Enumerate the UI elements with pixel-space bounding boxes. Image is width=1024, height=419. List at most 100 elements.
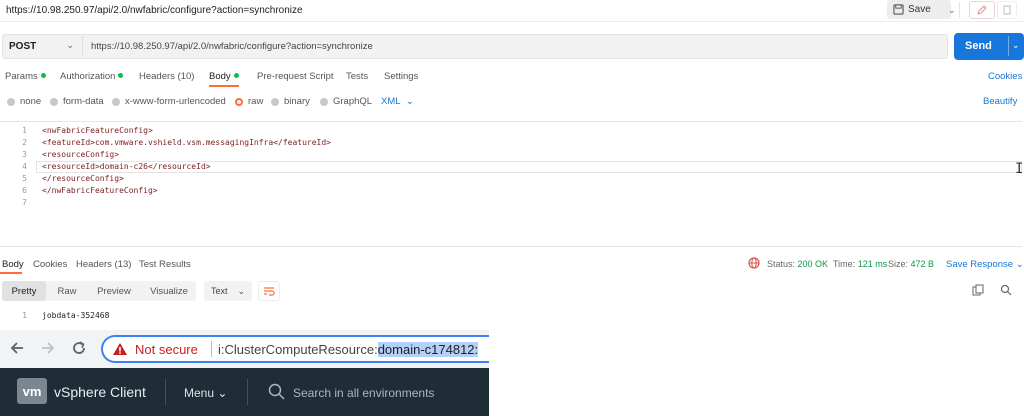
- time-value: 121 ms: [857, 259, 888, 269]
- line-number: 6: [22, 186, 27, 195]
- status-dot: [40, 73, 46, 78]
- body-format-select[interactable]: XML ⌄: [381, 96, 414, 107]
- send-dropdown-icon[interactable]: ⌄: [1012, 40, 1020, 51]
- tab-params[interactable]: Params: [5, 71, 46, 82]
- radio-icon: [271, 97, 279, 106]
- code-line[interactable]: <resourceConfig>: [42, 150, 119, 159]
- tab-tests[interactable]: Tests: [346, 71, 368, 82]
- line-number: 5: [22, 174, 27, 183]
- response-type-select[interactable]: Text ⌄: [204, 281, 252, 301]
- warning-triangle-icon[interactable]: [112, 342, 128, 356]
- request-title[interactable]: https://10.98.250.97/api/2.0/nwfabric/co…: [6, 5, 303, 16]
- response-tab-headers[interactable]: Headers (13): [76, 259, 131, 270]
- radio-icon: [50, 97, 58, 106]
- save-dropdown-icon[interactable]: ⌄: [948, 5, 956, 16]
- format-visualize-button[interactable]: Visualize: [142, 281, 196, 301]
- radio-icon: [112, 97, 120, 106]
- address-prefix: i:ClusterComputeResource:: [218, 342, 378, 357]
- response-body-line[interactable]: jobdata-352468: [42, 311, 109, 320]
- radio-icon: [7, 97, 15, 106]
- pencil-icon: [977, 5, 987, 15]
- line-number: 1: [22, 311, 27, 320]
- radio-form-data[interactable]: form-data: [50, 96, 104, 107]
- document-icon: [1003, 5, 1011, 15]
- size-value: 472 B: [910, 259, 935, 269]
- cookies-link[interactable]: Cookies: [988, 71, 1022, 82]
- active-tab-indicator: [0, 272, 22, 274]
- radio-binary[interactable]: binary: [271, 96, 310, 107]
- radio-graphql[interactable]: GraphQL: [320, 96, 372, 107]
- back-arrow-icon[interactable]: [9, 340, 25, 356]
- save-icon: [893, 4, 904, 15]
- size-readout: Size: 472 B: [888, 259, 935, 269]
- line-number: 2: [22, 138, 27, 147]
- code-line[interactable]: <featureId>com.vmware.vshield.vsm.messag…: [42, 138, 331, 147]
- chevron-down-icon: ⌄: [1015, 259, 1024, 270]
- documentation-button[interactable]: [997, 1, 1017, 19]
- tab-body[interactable]: Body: [209, 71, 239, 82]
- save-button[interactable]: Save: [887, 0, 951, 19]
- wrap-lines-icon: [264, 287, 275, 296]
- status-value: 200 OK: [797, 259, 829, 269]
- menu-button[interactable]: Menu ⌄: [184, 386, 227, 400]
- chevron-down-icon: ⌄: [237, 285, 245, 296]
- save-response-button[interactable]: Save Response ⌄: [946, 259, 1024, 270]
- radio-raw[interactable]: raw: [235, 96, 263, 107]
- vmware-logo: vm: [17, 378, 47, 404]
- chevron-down-icon: ⌄: [217, 386, 228, 400]
- chevron-down-icon[interactable]: ⌄: [66, 40, 74, 51]
- beautify-link[interactable]: Beautify: [983, 96, 1017, 107]
- app-title[interactable]: vSphere Client: [54, 384, 146, 400]
- search-icon[interactable]: [268, 383, 285, 400]
- wrap-lines-button[interactable]: [258, 281, 280, 301]
- active-tab-indicator: [209, 85, 239, 87]
- response-tab-cookies[interactable]: Cookies: [33, 259, 67, 270]
- code-line[interactable]: </resourceConfig>: [42, 174, 124, 183]
- line-number: 3: [22, 150, 27, 159]
- code-line[interactable]: <resourceId>domain-c26</resourceId>: [42, 162, 211, 171]
- divider: [1008, 36, 1009, 56]
- status-dot: [118, 73, 124, 78]
- save-label: Save: [908, 4, 931, 15]
- divider: [165, 379, 166, 405]
- status-readout: Status: 200 OK: [767, 259, 829, 269]
- text-cursor-icon: I: [1015, 161, 1024, 177]
- reload-icon[interactable]: [71, 340, 87, 356]
- divider: [959, 2, 960, 18]
- time-readout: Time: 121 ms: [833, 259, 888, 269]
- send-label[interactable]: Send: [965, 40, 992, 52]
- line-number: 4: [22, 162, 27, 171]
- not-secure-label[interactable]: Not secure: [135, 342, 198, 357]
- address-selection: domain-c174812:: [377, 342, 479, 357]
- chevron-down-icon: ⌄: [405, 96, 414, 107]
- line-number: 7: [22, 198, 27, 207]
- method-select[interactable]: POST: [9, 41, 36, 52]
- format-pretty-button[interactable]: Pretty: [2, 281, 46, 301]
- forward-arrow-icon[interactable]: [40, 340, 56, 356]
- radio-selected-icon: [235, 97, 243, 106]
- code-line[interactable]: </nwFabricFeatureConfig>: [42, 186, 158, 195]
- format-raw-button[interactable]: Raw: [48, 281, 86, 301]
- response-tab-test-results[interactable]: Test Results: [139, 259, 191, 270]
- response-tab-body[interactable]: Body: [2, 259, 24, 270]
- line-number: 1: [22, 126, 27, 135]
- network-globe-icon[interactable]: [748, 257, 760, 269]
- radio-x-www-form-urlencoded[interactable]: x-www-form-urlencoded: [112, 96, 226, 107]
- radio-icon: [320, 97, 328, 106]
- global-search-input[interactable]: Search in all environments: [293, 386, 434, 400]
- tab-headers[interactable]: Headers (10): [139, 71, 194, 82]
- tab-authorization[interactable]: Authorization: [60, 71, 124, 82]
- copy-icon[interactable]: [972, 284, 984, 296]
- search-icon[interactable]: [1000, 284, 1012, 296]
- edit-button[interactable]: [969, 1, 995, 19]
- status-dot: [233, 73, 239, 78]
- radio-none[interactable]: none: [7, 96, 41, 107]
- url-input[interactable]: https://10.98.250.97/api/2.0/nwfabric/co…: [91, 41, 373, 52]
- code-line[interactable]: <nwFabricFeatureConfig>: [42, 126, 153, 135]
- tab-settings[interactable]: Settings: [384, 71, 418, 82]
- format-preview-button[interactable]: Preview: [88, 281, 140, 301]
- divider: [211, 341, 212, 357]
- divider: [82, 36, 83, 57]
- tab-pre-request-script[interactable]: Pre-request Script: [257, 71, 334, 82]
- address-text[interactable]: i:ClusterComputeResource:domain-c174812:: [218, 342, 479, 357]
